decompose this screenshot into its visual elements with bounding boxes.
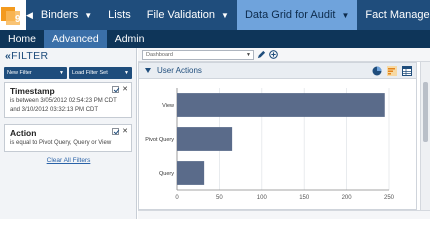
pie-chart-icon[interactable] [372, 66, 382, 76]
new-filter-button[interactable]: New Filter ▼ [4, 67, 67, 79]
x-tick-label: 200 [342, 195, 353, 201]
nav-lists-label: Lists [108, 9, 131, 21]
x-tick-label: 50 [216, 195, 223, 201]
bar [177, 127, 233, 151]
x-tick-label: 150 [299, 195, 310, 201]
filter-card-action[interactable]: Action is equal to Pivot Query, Query or… [4, 124, 132, 152]
bar-chart-icon[interactable] [387, 66, 397, 76]
vertical-scrollbar[interactable] [420, 62, 430, 210]
load-filter-set-label: Load Filter Set [72, 70, 108, 76]
filter-panel-header: «FILTER [0, 48, 136, 63]
nav-left-arrow-icon[interactable]: ◀ [26, 0, 33, 30]
dashboard-select[interactable]: Dashboard ▼ [142, 50, 254, 60]
nav-lists[interactable]: Lists [100, 0, 139, 30]
filter-card-description: is equal to Pivot Query, Query or View [10, 140, 112, 146]
nav-binders-label: Binders [40, 9, 79, 21]
chevron-down-icon: ▼ [246, 52, 251, 58]
chevron-down-icon: ▼ [124, 70, 129, 76]
app-logo[interactable]: 9 [0, 0, 26, 30]
clear-all-filters-link[interactable]: Clear All Filters [0, 157, 137, 164]
user-actions-chart: 0 50 100 150 200 250 View Pivot Query Query [145, 88, 395, 201]
x-tick-label: 100 [257, 195, 268, 201]
tab-advanced[interactable]: Advanced [44, 30, 107, 48]
logo-text: 9 [15, 14, 21, 25]
table-icon[interactable] [402, 66, 412, 76]
filter-card-title: Timestamp [10, 86, 55, 96]
collapse-triangle-icon[interactable] [145, 68, 151, 73]
add-circle-icon[interactable] [269, 50, 278, 59]
logo-icon: 9 [1, 7, 21, 25]
remove-filter-icon[interactable]: ✕ [122, 86, 128, 93]
scrollbar-thumb[interactable] [423, 82, 428, 142]
user-actions-widget: User Actions 0 50 100 150 200 250 View Pivot Qu… [138, 62, 417, 210]
nav-binders[interactable]: Binders ▼ [33, 0, 100, 30]
chevron-down-icon: ▼ [59, 70, 64, 76]
nav-fact-manager-label: Fact Manager [365, 9, 430, 21]
tab-home[interactable]: Home [0, 30, 44, 48]
bar [177, 161, 205, 185]
tab-home-label: Home [8, 33, 37, 45]
widget-header: User Actions [139, 63, 416, 79]
filter-buttons: New Filter ▼ Load Filter Set ▼ [0, 63, 136, 79]
new-filter-label: New Filter [7, 70, 32, 76]
nav-file-validation-label: File Validation [146, 9, 216, 21]
nav-file-validation[interactable]: File Validation ▼ [139, 0, 237, 30]
filter-card-timestamp[interactable]: Timestamp is between 3/05/2012 02:54:23 … [4, 82, 132, 118]
filter-card-controls: ✕ [112, 128, 128, 135]
filter-panel-title: FILTER [11, 50, 49, 62]
y-category-label: Pivot Query [145, 137, 174, 143]
nav-fact-manager[interactable]: Fact Manager ▼ [357, 0, 430, 30]
filter-card-title: Action [10, 128, 37, 138]
widget-title: User Actions [157, 66, 202, 75]
y-category-label: Query [159, 171, 174, 177]
load-filter-set-button[interactable]: Load Filter Set ▼ [69, 67, 132, 79]
bar [177, 93, 385, 117]
chevron-down-icon: ▼ [341, 10, 350, 20]
chevron-down-icon: ▼ [221, 10, 229, 20]
chevron-down-icon: ▼ [84, 10, 93, 20]
nav-data-grid-for-audit[interactable]: Data Grid for Audit ▼ [236, 0, 358, 30]
filter-card-controls: ✕ [112, 86, 128, 93]
dashboard-select-value: Dashboard [146, 52, 173, 58]
remove-filter-icon[interactable]: ✕ [122, 128, 128, 135]
nav-data-grid-label: Data Grid for Audit [244, 9, 336, 21]
filter-enabled-checkbox[interactable] [112, 128, 120, 135]
tab-admin-label: Admin [114, 33, 145, 45]
dashboard-toolbar: Dashboard ▼ [138, 48, 430, 62]
edit-pencil-icon[interactable] [257, 50, 266, 59]
filter-enabled-checkbox[interactable] [112, 86, 120, 93]
sub-nav: Home Advanced Admin [0, 30, 430, 48]
x-tick-label: 0 [175, 195, 179, 201]
tab-advanced-label: Advanced [52, 33, 99, 45]
filter-card-description: is between 3/05/2012 02:54:23 PM CDT and… [10, 98, 117, 113]
top-nav: 9 ◀ Binders ▼ Lists File Validation ▼ Da… [0, 0, 430, 30]
y-category-label: View [162, 103, 174, 109]
filter-panel: «FILTER New Filter ▼ Load Filter Set ▼ T… [0, 48, 137, 219]
x-tick-label: 250 [384, 195, 395, 201]
tab-admin[interactable]: Admin [107, 30, 153, 48]
bottom-strip [138, 210, 430, 219]
